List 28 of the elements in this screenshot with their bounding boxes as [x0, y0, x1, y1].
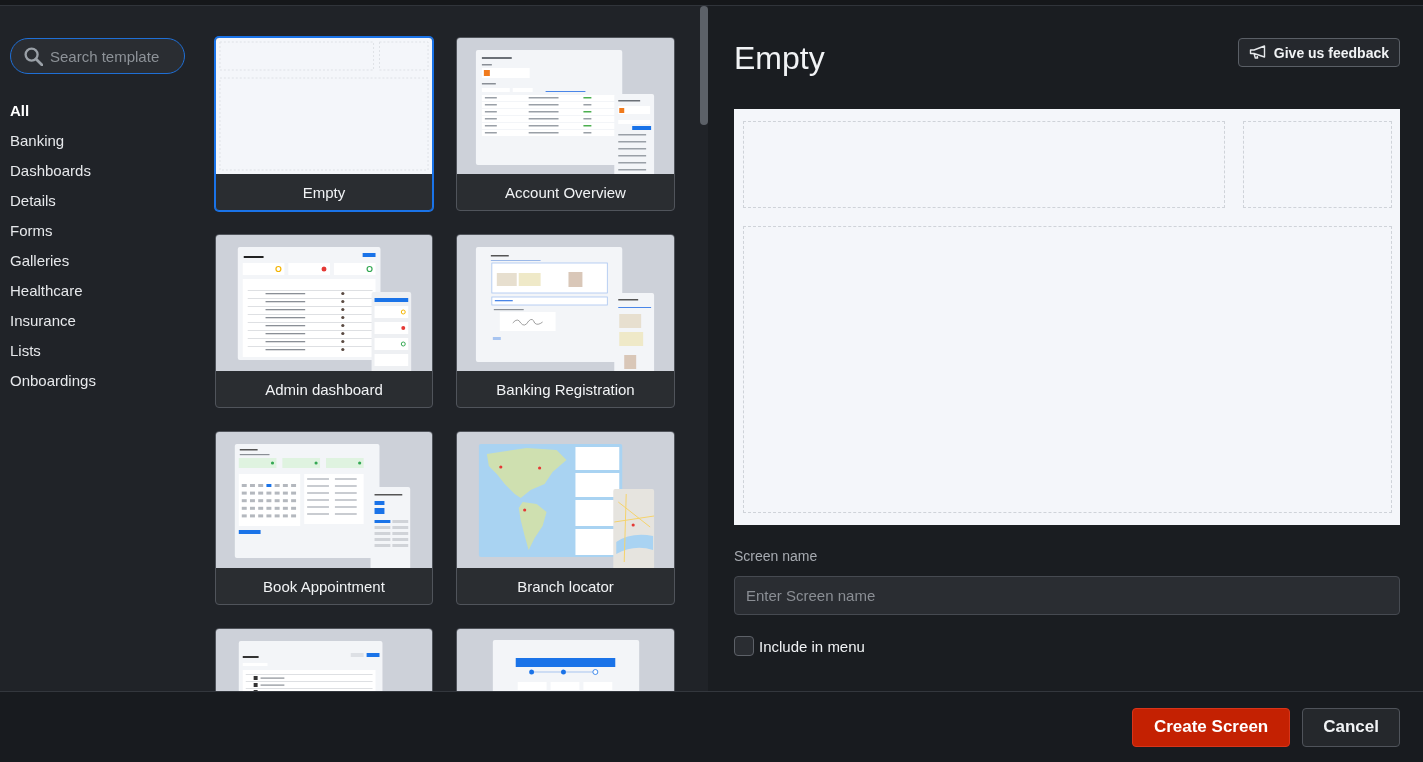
search-field[interactable]: Search template: [10, 38, 185, 74]
category-item[interactable]: Details: [10, 185, 56, 215]
search-icon: [24, 47, 43, 66]
category-item[interactable]: Insurance: [10, 305, 76, 335]
include-in-menu-label: Include in menu: [759, 637, 865, 655]
category-item[interactable]: Galleries: [10, 245, 70, 275]
include-in-menu-checkbox[interactable]: [734, 636, 754, 656]
category-item[interactable]: Healthcare: [10, 275, 83, 305]
category-item[interactable]: Banking: [10, 125, 65, 155]
megaphone-icon: [1248, 45, 1267, 60]
category-item[interactable]: All: [10, 95, 30, 125]
template-card[interactable]: Account Overview: [456, 37, 675, 211]
category-item[interactable]: Onboardings: [10, 365, 96, 395]
template-title: Empty: [734, 39, 825, 78]
scrollbar-thumb[interactable]: [700, 6, 708, 125]
template-card[interactable]: Admin dashboard: [215, 234, 433, 408]
template-card[interactable]: Empty: [215, 37, 433, 211]
create-screen-button[interactable]: Create Screen: [1131, 707, 1291, 747]
category-item[interactable]: Dashboards: [10, 155, 91, 185]
template-card[interactable]: Book Appointment: [215, 431, 433, 605]
category-item[interactable]: Forms: [10, 215, 53, 245]
feedback-button[interactable]: Give us feedback: [1237, 38, 1400, 67]
screen-name-label: Screen name: [734, 547, 818, 566]
category-item[interactable]: Lists: [10, 335, 41, 365]
cancel-button[interactable]: Cancel: [1302, 707, 1400, 747]
template-card[interactable]: Banking Registration: [456, 234, 675, 408]
screen-name-field[interactable]: Enter Screen name: [734, 576, 1400, 615]
template-card[interactable]: Branch locator: [456, 431, 675, 605]
